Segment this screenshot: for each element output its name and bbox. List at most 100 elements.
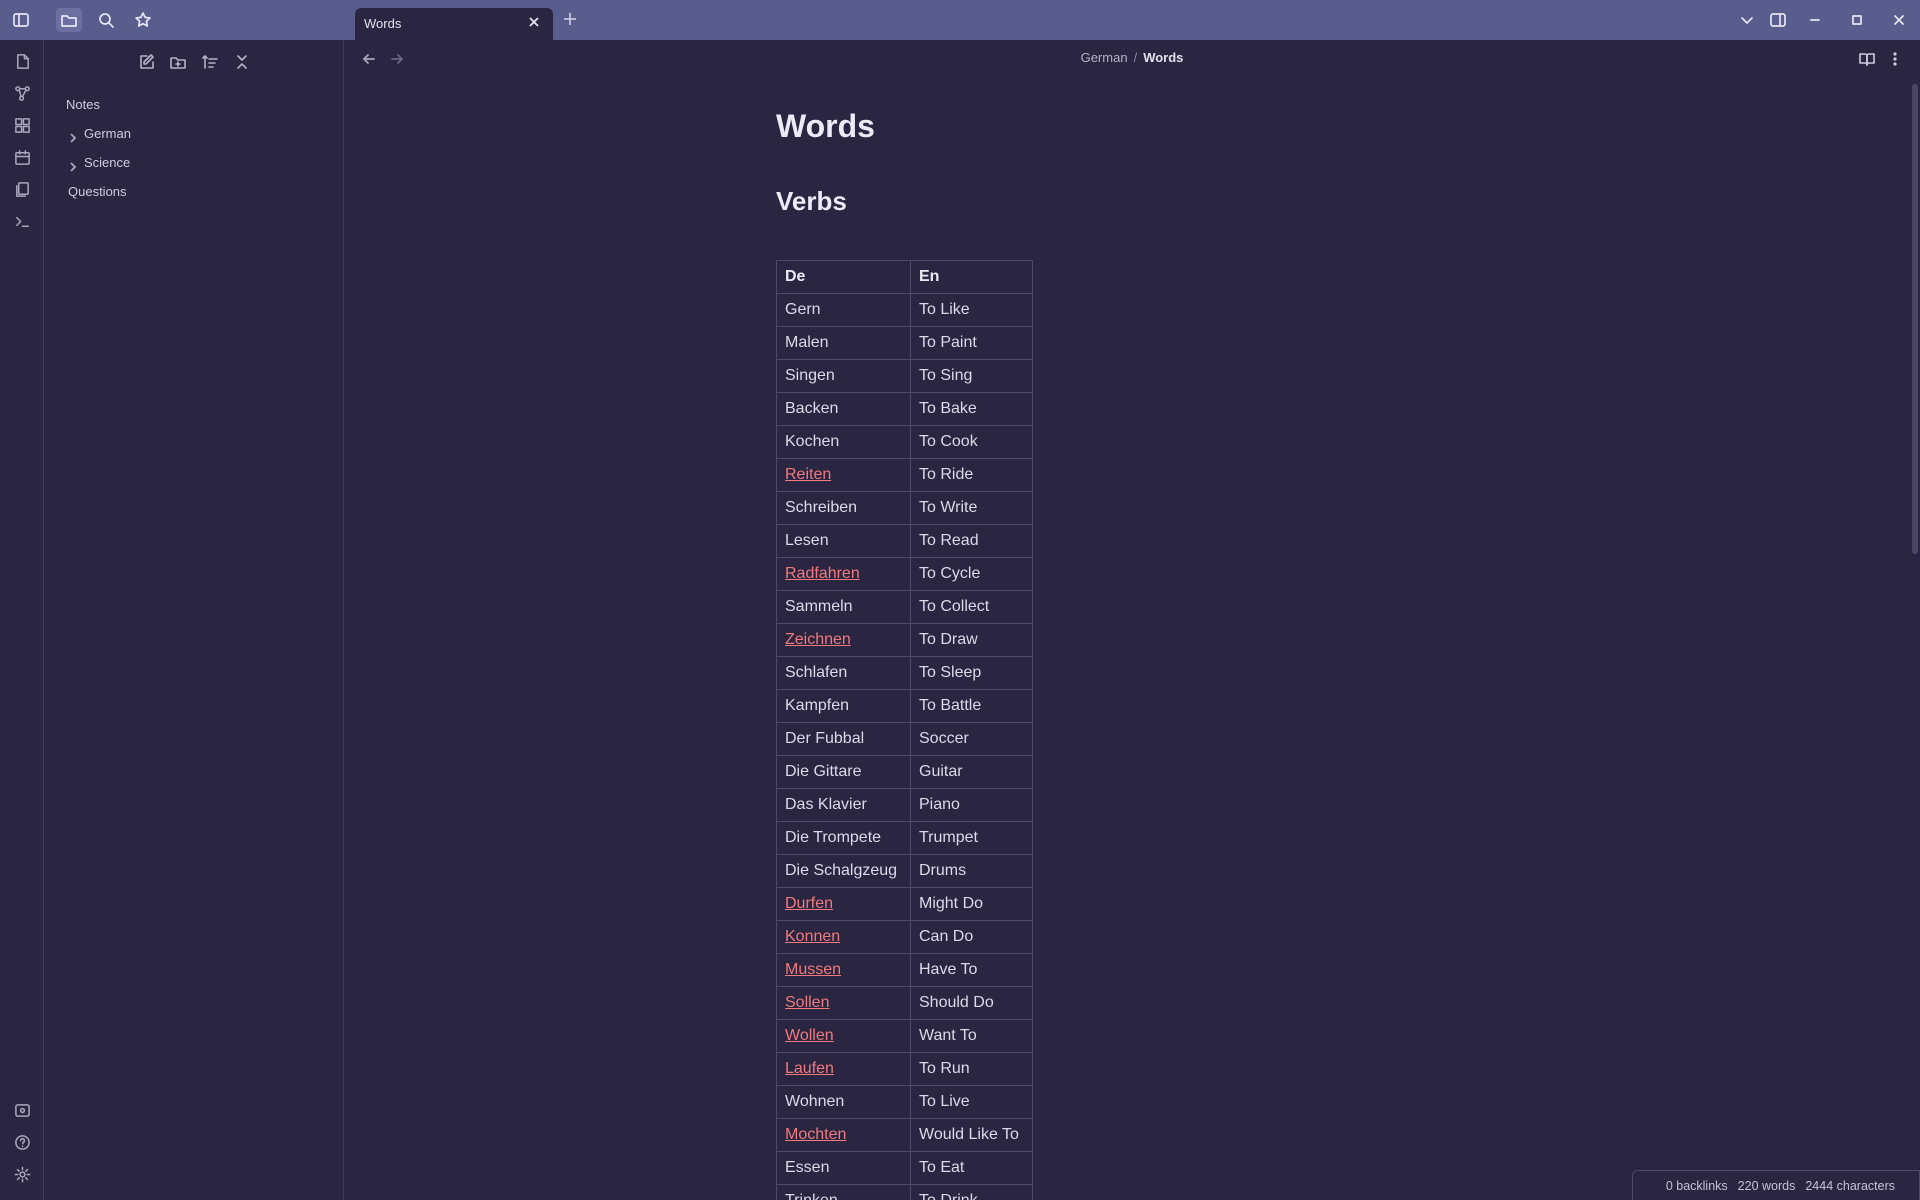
- note-title: Words: [776, 108, 875, 144]
- templates-icon[interactable]: [10, 177, 34, 201]
- cell-en: To Battle: [910, 689, 1033, 723]
- cell-en: To Live: [910, 1085, 1033, 1119]
- cell-en: To Drink: [910, 1184, 1033, 1200]
- new-tab-icon[interactable]: [561, 10, 583, 32]
- sidebar-item-label: Notes: [66, 97, 100, 112]
- collapse-all-icon[interactable]: [230, 50, 254, 74]
- sidebar-item-label: German: [84, 126, 131, 141]
- table-row: Schlafen To Sleep: [776, 656, 1033, 690]
- settings-gear-icon[interactable]: [10, 1162, 34, 1186]
- cell-en: Want To: [910, 1019, 1033, 1053]
- cell-en: To Collect: [910, 590, 1033, 624]
- cell-en: To Cook: [910, 425, 1033, 459]
- cell-de: Zeichnen: [776, 623, 911, 657]
- cell-en: Trumpet: [910, 821, 1033, 855]
- sidebar-item-science[interactable]: Science: [66, 152, 130, 174]
- cell-en: Guitar: [910, 755, 1033, 789]
- cell-en: Have To: [910, 953, 1033, 987]
- new-note-icon[interactable]: [134, 50, 158, 74]
- table-row: Gern To Like: [776, 293, 1033, 327]
- toggle-right-sidebar-icon[interactable]: [1765, 8, 1791, 32]
- table-row: Sammeln To Collect: [776, 590, 1033, 624]
- table-row: Backen To Bake: [776, 392, 1033, 426]
- cell-de: Trinken: [776, 1184, 911, 1200]
- ribbon: [0, 40, 44, 1200]
- wiki-link[interactable]: Reiten: [785, 466, 831, 483]
- sidebar-item-notes[interactable]: Notes: [66, 94, 100, 116]
- breadcrumb-current[interactable]: Words: [1143, 50, 1183, 65]
- wiki-link[interactable]: Konnen: [785, 928, 840, 945]
- table-row: Das Klavier Piano: [776, 788, 1033, 822]
- tab-list-chevron-icon[interactable]: [1734, 8, 1760, 32]
- cell-en: To Sleep: [910, 656, 1033, 690]
- table-row: Zeichnen To Draw: [776, 623, 1033, 657]
- reading-view-icon[interactable]: [1856, 48, 1878, 70]
- wiki-link[interactable]: Radfahren: [785, 565, 860, 582]
- wiki-link[interactable]: Wollen: [785, 1027, 834, 1044]
- calendar-icon[interactable]: [10, 145, 34, 169]
- wiki-link[interactable]: Sollen: [785, 994, 829, 1011]
- help-icon[interactable]: [10, 1130, 34, 1154]
- command-palette-icon[interactable]: [10, 209, 34, 233]
- table-row: Wohnen To Live: [776, 1085, 1033, 1119]
- editor-pane: German / Words Words Verbs De En Gern To Li…: [344, 40, 1920, 1200]
- tab-words[interactable]: Words: [355, 8, 553, 40]
- table-row: Radfahren To Cycle: [776, 557, 1033, 591]
- sidebar-item-german[interactable]: German: [66, 123, 131, 145]
- quick-switcher-icon[interactable]: [10, 49, 34, 73]
- wiki-link[interactable]: Zeichnen: [785, 631, 851, 648]
- cell-de: Mochten: [776, 1118, 911, 1152]
- close-tab-icon[interactable]: [527, 15, 545, 33]
- table-row: Mochten Would Like To: [776, 1118, 1033, 1152]
- table-row: Lesen To Read: [776, 524, 1033, 558]
- cell-de: Malen: [776, 326, 911, 360]
- file-explorer-icon[interactable]: [56, 8, 82, 32]
- table-row: Laufen To Run: [776, 1052, 1033, 1086]
- cell-de: Das Klavier: [776, 788, 911, 822]
- vault-switcher-icon[interactable]: [10, 1098, 34, 1122]
- graph-view-icon[interactable]: [10, 81, 34, 105]
- bookmark-star-icon[interactable]: [130, 8, 156, 32]
- backlinks-count[interactable]: 0 backlinks: [1666, 1179, 1728, 1193]
- toggle-sidebar-icon[interactable]: [8, 8, 34, 32]
- table-row: Singen To Sing: [776, 359, 1033, 393]
- cell-de: Gern: [776, 293, 911, 327]
- wiki-link[interactable]: Durfen: [785, 895, 833, 912]
- wiki-link[interactable]: Laufen: [785, 1060, 834, 1077]
- cell-en: To Write: [910, 491, 1033, 525]
- cell-de: Wohnen: [776, 1085, 911, 1119]
- table-row: Kampfen To Battle: [776, 689, 1033, 723]
- cell-de: Kampfen: [776, 689, 911, 723]
- sidebar-item-questions[interactable]: Questions: [68, 181, 127, 203]
- canvas-icon[interactable]: [10, 113, 34, 137]
- status-bar: 0 backlinks 220 words 2444 characters: [1632, 1170, 1920, 1200]
- maximize-icon[interactable]: [1844, 8, 1870, 32]
- column-header-en: En: [910, 260, 1033, 294]
- table-row: Sollen Should Do: [776, 986, 1033, 1020]
- cell-en: Might Do: [910, 887, 1033, 921]
- wiki-link[interactable]: Mussen: [785, 961, 841, 978]
- table-row: Durfen Might Do: [776, 887, 1033, 921]
- chevron-right-icon: [68, 157, 80, 172]
- sidebar-item-label: Questions: [68, 184, 127, 199]
- tab-title: Words: [364, 16, 402, 31]
- cell-de: Die Schalgzeug: [776, 854, 911, 888]
- sort-icon[interactable]: [198, 50, 222, 74]
- cell-de: Kochen: [776, 425, 911, 459]
- breadcrumb-parent[interactable]: German: [1081, 50, 1128, 65]
- wiki-link[interactable]: Mochten: [785, 1126, 846, 1143]
- table-body: Gern To Like Malen To Paint Singen To Sing Bac…: [776, 293, 1033, 1200]
- sidebar-item-label: Science: [84, 155, 131, 170]
- new-folder-icon[interactable]: [166, 50, 190, 74]
- scrollbar[interactable]: [1912, 84, 1918, 554]
- character-count: 2444 characters: [1805, 1178, 1895, 1193]
- minimize-icon[interactable]: [1802, 8, 1828, 32]
- search-icon[interactable]: [93, 8, 119, 32]
- cell-en: To Ride: [910, 458, 1033, 492]
- cell-en: To Paint: [910, 326, 1033, 360]
- table-row: Essen To Eat: [776, 1151, 1033, 1185]
- close-window-icon[interactable]: [1886, 8, 1912, 32]
- cell-en: Would Like To: [910, 1118, 1033, 1152]
- column-header-de: De: [776, 260, 911, 294]
- more-options-icon[interactable]: [1884, 48, 1906, 70]
